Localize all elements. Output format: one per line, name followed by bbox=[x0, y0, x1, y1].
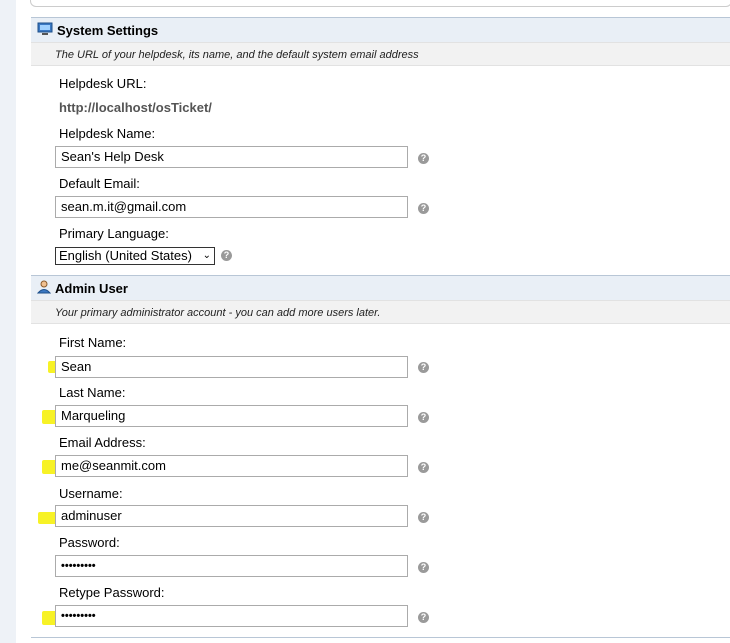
primary-language-value: English (United States) bbox=[59, 248, 192, 263]
left-sidebar-strip bbox=[0, 0, 16, 643]
default-email-label: Default Email: bbox=[59, 176, 140, 191]
primary-language-select[interactable]: English (United States) ⌄ bbox=[55, 247, 215, 265]
system-settings-description: The URL of your helpdesk, its name, and … bbox=[31, 42, 730, 66]
primary-language-label: Primary Language: bbox=[59, 226, 169, 241]
help-icon[interactable]: ? bbox=[221, 250, 232, 261]
help-icon[interactable]: ? bbox=[418, 412, 429, 423]
system-settings-header: System Settings bbox=[31, 17, 730, 42]
username-input[interactable]: adminuser bbox=[55, 505, 408, 527]
system-settings-title: System Settings bbox=[57, 23, 159, 38]
admin-user-description: Your primary administrator account - you… bbox=[31, 300, 730, 324]
chevron-down-icon: ⌄ bbox=[202, 250, 211, 261]
default-email-input[interactable]: sean.m.it@gmail.com bbox=[55, 196, 408, 218]
help-icon[interactable]: ? bbox=[418, 612, 429, 623]
password-label: Password: bbox=[59, 535, 120, 550]
email-address-input[interactable]: me@seanmit.com bbox=[55, 455, 408, 477]
retype-password-input[interactable]: ••••••••• bbox=[55, 605, 408, 627]
helpdesk-url-label: Helpdesk URL: bbox=[59, 76, 147, 91]
help-icon[interactable]: ? bbox=[418, 562, 429, 573]
username-label: Username: bbox=[59, 486, 123, 501]
first-name-input[interactable]: Sean bbox=[55, 356, 408, 378]
password-input[interactable]: ••••••••• bbox=[55, 555, 408, 577]
last-name-input[interactable]: Marqueling bbox=[55, 405, 408, 427]
helpdesk-url-value: http://localhost/osTicket/ bbox=[59, 100, 212, 115]
retype-password-label: Retype Password: bbox=[59, 585, 165, 600]
helpdesk-name-label: Helpdesk Name: bbox=[59, 126, 156, 141]
help-icon[interactable]: ? bbox=[418, 153, 429, 164]
help-icon[interactable]: ? bbox=[418, 512, 429, 523]
email-address-label: Email Address: bbox=[59, 435, 146, 450]
computer-icon bbox=[37, 19, 53, 44]
section-divider bbox=[31, 637, 730, 638]
admin-user-header: Admin User bbox=[31, 275, 730, 300]
user-icon bbox=[36, 277, 52, 302]
help-icon[interactable]: ? bbox=[418, 362, 429, 373]
admin-user-title: Admin User bbox=[55, 281, 128, 296]
top-container-edge bbox=[30, 0, 730, 7]
first-name-label: First Name: bbox=[59, 335, 127, 350]
help-icon[interactable]: ? bbox=[418, 462, 429, 473]
help-icon[interactable]: ? bbox=[418, 203, 429, 214]
helpdesk-name-input[interactable]: Sean's Help Desk bbox=[55, 146, 408, 168]
last-name-label: Last Name: bbox=[59, 385, 126, 400]
